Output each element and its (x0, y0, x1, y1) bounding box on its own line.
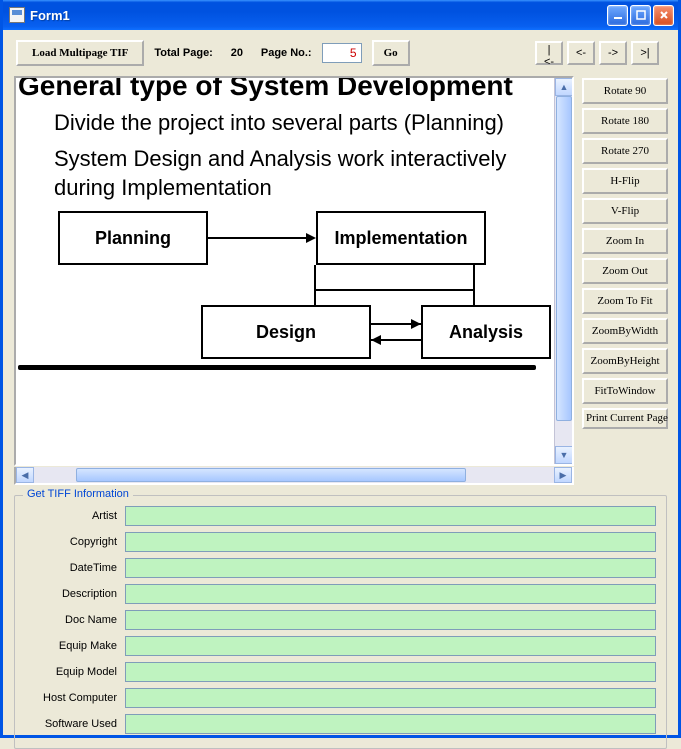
maximize-icon (636, 10, 646, 20)
chevron-down-icon: ▼ (560, 450, 569, 460)
viewer-column: General type of System Development Divid… (14, 76, 574, 485)
tiff-info-legend: Get TIFF Information (23, 488, 133, 500)
chevron-right-icon: ▶ (560, 470, 567, 481)
document-page: General type of System Development Divid… (16, 78, 554, 464)
connector-vert-left (314, 265, 316, 305)
tiff-row-value (125, 558, 656, 578)
arrow-plan-impl (306, 233, 316, 243)
tiff-row-label: Doc Name (25, 614, 125, 626)
tiff-row: Artist (25, 506, 656, 526)
tiff-row-label: DateTime (25, 562, 125, 574)
tiff-row-value (125, 506, 656, 526)
image-viewer[interactable]: General type of System Development Divid… (14, 76, 574, 466)
hflip-button[interactable]: H-Flip (582, 168, 668, 194)
tiff-row-label: Description (25, 588, 125, 600)
tiff-row-value (125, 662, 656, 682)
tiff-info-group: Get TIFF Information ArtistCopyrightDate… (14, 495, 667, 749)
nav-next-button[interactable]: -> (599, 41, 627, 65)
tiff-row-value (125, 584, 656, 604)
connector-vert-right (473, 265, 475, 305)
connector-plan-impl (208, 237, 306, 239)
tiff-row-label: Copyright (25, 536, 125, 548)
main-window: Form1 Load Multipage TIF Total Page: 20 … (0, 0, 681, 738)
flow-diagram: Planning Implementation Design Analysis (18, 211, 554, 376)
go-button[interactable]: Go (372, 40, 410, 66)
scroll-down-button[interactable]: ▼ (555, 446, 573, 464)
arrow-da-right (411, 319, 421, 329)
tiff-row-label: Equip Make (25, 640, 125, 652)
page-nav-group: |<- <- -> >| (535, 41, 659, 65)
tiff-row-value (125, 610, 656, 630)
nav-last-button[interactable]: >| (631, 41, 659, 65)
rotate-90-button[interactable]: Rotate 90 (582, 78, 668, 104)
scroll-right-button[interactable]: ▶ (554, 467, 572, 483)
app-icon (9, 7, 25, 23)
scroll-left-button[interactable]: ◀ (16, 467, 34, 483)
doc-bullet-1: Divide the project into several parts (P… (54, 108, 554, 138)
client-area: Load Multipage TIF Total Page: 20 Page N… (6, 30, 675, 732)
nav-first-button[interactable]: |<- (535, 41, 563, 65)
arrow-da-left (371, 335, 381, 345)
connector-horiz-mid (314, 289, 474, 291)
load-tif-button[interactable]: Load Multipage TIF (16, 40, 144, 66)
close-button[interactable] (653, 5, 674, 26)
tiff-row-value (125, 636, 656, 656)
content-row: General type of System Development Divid… (6, 76, 675, 485)
vflip-button[interactable]: V-Flip (582, 198, 668, 224)
window-title: Form1 (30, 8, 607, 23)
zoom-by-height-button[interactable]: ZoomByHeight (582, 348, 668, 374)
tiff-row-label: Artist (25, 510, 125, 522)
tiff-row-value (125, 714, 656, 734)
minimize-button[interactable] (607, 5, 628, 26)
nav-prev-button[interactable]: <- (567, 41, 595, 65)
chevron-up-icon: ▲ (560, 82, 569, 92)
total-page-label: Total Page: (154, 47, 212, 59)
scroll-up-button[interactable]: ▲ (555, 78, 573, 96)
tiff-row-value (125, 532, 656, 552)
minimize-icon (613, 10, 623, 20)
tiff-row: Software Used (25, 714, 656, 734)
v-scroll-thumb[interactable] (556, 96, 572, 421)
zoom-in-button[interactable]: Zoom In (582, 228, 668, 254)
tiff-row-label: Equip Model (25, 666, 125, 678)
page-baseline (18, 365, 536, 370)
chevron-left-icon: ◀ (22, 470, 29, 481)
box-planning: Planning (58, 211, 208, 265)
tiff-row: Description (25, 584, 656, 604)
tiff-row: Host Computer (25, 688, 656, 708)
tiff-info-rows: Artist Copyright DateTime Description Doc Na… (25, 506, 656, 734)
tiff-row: Equip Make (25, 636, 656, 656)
total-page-value: 20 (223, 47, 251, 59)
box-implementation: Implementation (316, 211, 486, 265)
tiff-row-value (125, 688, 656, 708)
print-page-button[interactable]: Print Current Page (582, 408, 668, 429)
tiff-row: DateTime (25, 558, 656, 578)
doc-heading: General type of System Development (18, 78, 554, 102)
window-controls (607, 5, 674, 26)
zoom-out-button[interactable]: Zoom Out (582, 258, 668, 284)
tiff-row: Doc Name (25, 610, 656, 630)
doc-bullet-2: System Design and Analysis work interact… (54, 144, 554, 203)
maximize-button[interactable] (630, 5, 651, 26)
horizontal-scrollbar[interactable]: ◀ ▶ (14, 467, 574, 485)
fit-to-window-button[interactable]: FitToWindow (582, 378, 668, 404)
toolbar: Load Multipage TIF Total Page: 20 Page N… (6, 30, 675, 76)
tiff-row-label: Host Computer (25, 692, 125, 704)
tiff-row: Copyright (25, 532, 656, 552)
titlebar: Form1 (3, 0, 678, 30)
rotate-180-button[interactable]: Rotate 180 (582, 108, 668, 134)
zoom-by-width-button[interactable]: ZoomByWidth (582, 318, 668, 344)
tiff-row: Equip Model (25, 662, 656, 682)
h-scroll-thumb[interactable] (76, 468, 466, 482)
close-icon (659, 10, 669, 20)
tiff-row-label: Software Used (25, 718, 125, 730)
box-design: Design (201, 305, 371, 359)
rotate-270-button[interactable]: Rotate 270 (582, 138, 668, 164)
box-analysis: Analysis (421, 305, 551, 359)
zoom-to-fit-button[interactable]: Zoom To Fit (582, 288, 668, 314)
page-no-input[interactable] (322, 43, 362, 63)
page-no-label: Page No.: (261, 47, 312, 59)
vertical-scrollbar[interactable]: ▲ ▼ (554, 78, 572, 464)
image-tools-panel: Rotate 90 Rotate 180 Rotate 270 H-Flip V… (582, 76, 668, 485)
